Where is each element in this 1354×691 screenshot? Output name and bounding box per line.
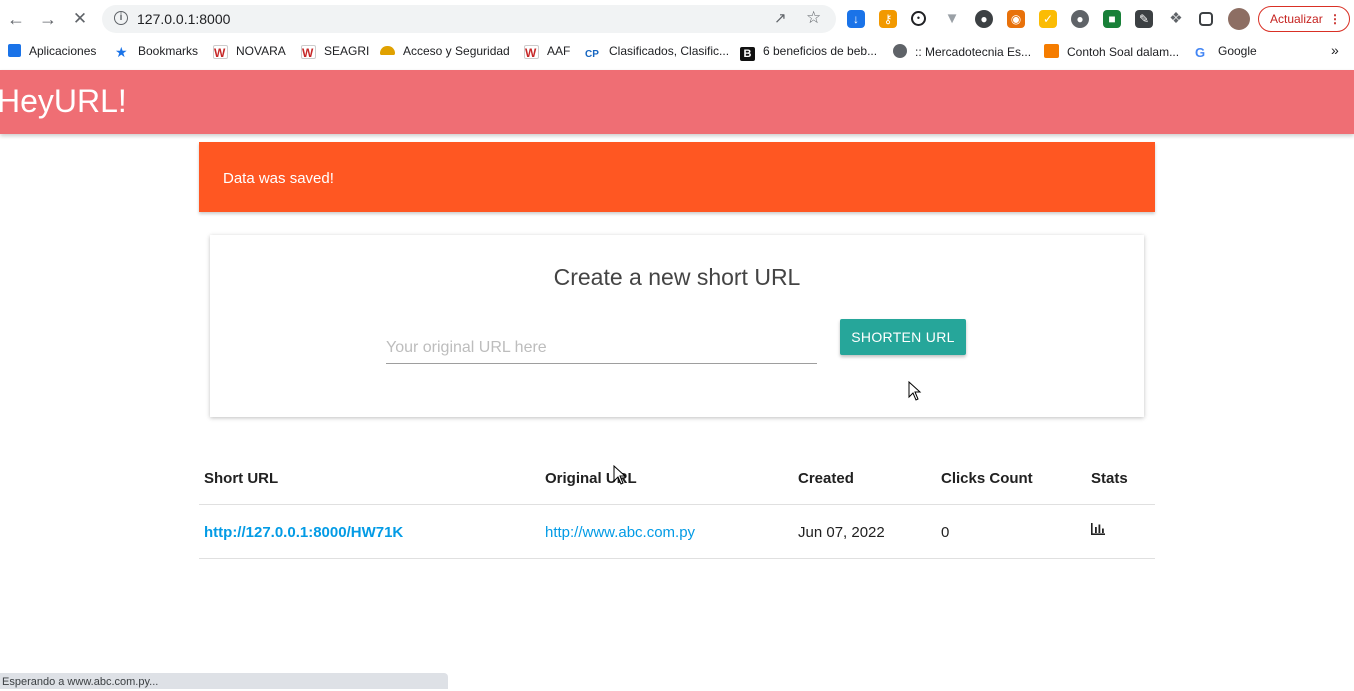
- success-alert: Data was saved!: [199, 142, 1155, 212]
- bookmark-label: NOVARA: [236, 44, 286, 58]
- bookmark-item[interactable]: W NOVARA: [213, 44, 286, 60]
- profile-avatar[interactable]: [1228, 8, 1250, 30]
- bookmark-item[interactable]: :: Mercadotecnia Es...: [893, 44, 1031, 59]
- bookmark-item[interactable]: Aplicaciones: [8, 44, 96, 58]
- browser-toolbar: ← → ✕ i 127.0.0.1:8000 ↗ ☆ ↓ ⚷ • ▼ ● ◉ ✓…: [0, 0, 1354, 38]
- puzzle-extensions-icon[interactable]: ❖: [1167, 10, 1185, 28]
- bookmark-item[interactable]: W AAF: [524, 44, 571, 60]
- forward-icon[interactable]: →: [37, 8, 59, 30]
- w-logo-icon: W: [524, 45, 539, 60]
- star-icon: ★: [115, 44, 128, 60]
- mouse-pointer-icon: [908, 381, 922, 401]
- update-button[interactable]: Actualizar ⋮: [1258, 6, 1350, 32]
- cp-logo-icon: CP: [585, 49, 599, 60]
- brand-logo[interactable]: HeyURL!: [0, 83, 127, 120]
- created-date: Jun 07, 2022: [798, 524, 885, 541]
- google-icon: G: [1195, 45, 1206, 60]
- menu-dots-icon: ⋮: [1329, 12, 1341, 26]
- bookmark-label: Google: [1218, 44, 1257, 58]
- bookmark-item[interactable]: G Google: [1195, 44, 1257, 60]
- bar-chart-icon[interactable]: [1090, 522, 1106, 536]
- robot-extension-icon[interactable]: ●: [1071, 10, 1089, 28]
- bookmark-item[interactable]: Acceso y Seguridad: [380, 44, 510, 58]
- alert-message: Data was saved!: [223, 170, 334, 187]
- column-header-created: Created: [798, 470, 854, 487]
- address-bar[interactable]: i 127.0.0.1:8000 ↗ ☆: [102, 5, 836, 33]
- bookmark-item[interactable]: ★ Bookmarks: [115, 44, 199, 60]
- bookmark-item[interactable]: Contoh Soal dalam...: [1044, 44, 1179, 59]
- clicks-count: 0: [941, 524, 950, 541]
- mouse-pointer-icon: [613, 465, 627, 485]
- bookmark-item[interactable]: B 6 beneficios de beb...: [740, 44, 877, 61]
- w-logo-icon: W: [213, 45, 228, 60]
- download-extension-icon[interactable]: ↓: [847, 10, 865, 28]
- w-logo-icon: W: [301, 45, 316, 60]
- bookmark-item[interactable]: CP Clasificados, Clasific...: [585, 44, 729, 63]
- bookmark-item[interactable]: W SEAGRI: [301, 44, 370, 60]
- apps-grid-icon: [8, 44, 21, 57]
- more-bookmarks-icon[interactable]: »: [1331, 42, 1339, 58]
- person-check-extension-icon[interactable]: ✓: [1039, 10, 1057, 28]
- pencil-extension-icon[interactable]: ✎: [1135, 10, 1153, 28]
- back-icon[interactable]: ←: [5, 8, 27, 30]
- vue-extension-icon[interactable]: ▼: [943, 10, 961, 28]
- share-icon[interactable]: ↗: [774, 9, 787, 27]
- site-info-icon[interactable]: i: [114, 11, 128, 25]
- original-url-input[interactable]: [386, 328, 817, 364]
- address-url[interactable]: 127.0.0.1:8000: [137, 11, 230, 27]
- browser-status-bar: Esperando a www.abc.com.py...: [0, 673, 448, 689]
- headphones-extension-icon[interactable]: ◉: [1007, 10, 1025, 28]
- short-url-link[interactable]: http://127.0.0.1:8000/HW71K: [204, 524, 403, 541]
- bookmarks-bar: Aplicaciones ★ Bookmarks W NOVARA W SEAGRI …: [0, 38, 1354, 66]
- globe-icon: [893, 44, 907, 58]
- urls-table: Short URL Original URL Created Clicks Co…: [199, 452, 1155, 559]
- bookmark-label: Bookmarks: [138, 44, 199, 58]
- form-title: Create a new short URL: [553, 264, 801, 290]
- clock-extension-icon[interactable]: •: [911, 11, 926, 26]
- create-url-card: Create a new short URL SHORTEN URL: [210, 235, 1144, 417]
- helmet-icon: [380, 46, 395, 55]
- bookmark-label: SEAGRI: [324, 44, 370, 58]
- update-button-label: Actualizar: [1270, 12, 1323, 26]
- bookmark-label: Aplicaciones: [29, 44, 97, 58]
- bookmark-label: AAF: [547, 44, 571, 58]
- github-extension-icon[interactable]: ●: [975, 10, 993, 28]
- table-header-row: Short URL Original URL Created Clicks Co…: [199, 452, 1155, 505]
- table-row: http://127.0.0.1:8000/HW71K http://www.a…: [199, 505, 1155, 559]
- bookmark-label: :: Mercadotecnia Es...: [915, 45, 1032, 59]
- bookmark-star-icon[interactable]: ☆: [806, 8, 821, 28]
- side-panel-icon[interactable]: [1199, 12, 1213, 26]
- b-logo-icon: B: [740, 47, 755, 61]
- gamepad-extension-icon[interactable]: ■: [1103, 10, 1121, 28]
- bookmark-label: Acceso y Seguridad: [403, 44, 510, 58]
- blogger-icon: [1044, 44, 1059, 58]
- original-url-link[interactable]: http://www.abc.com.py: [545, 524, 695, 541]
- column-header-stats: Stats: [1091, 470, 1128, 487]
- column-header-short-url: Short URL: [204, 470, 279, 487]
- browser-chrome: ← → ✕ i 127.0.0.1:8000 ↗ ☆ ↓ ⚷ • ▼ ● ◉ ✓…: [0, 0, 1354, 70]
- app-header: HeyURL!: [0, 70, 1354, 134]
- key-extension-icon[interactable]: ⚷: [879, 10, 897, 28]
- bookmark-label: Contoh Soal dalam...: [1067, 45, 1180, 59]
- bookmark-label: Clasificados, Clasific...: [609, 44, 730, 58]
- shorten-url-button[interactable]: SHORTEN URL: [840, 319, 966, 355]
- stop-loading-icon[interactable]: ✕: [69, 8, 91, 30]
- bookmark-label: 6 beneficios de beb...: [763, 44, 878, 58]
- column-header-clicks-count: Clicks Count: [941, 470, 1033, 487]
